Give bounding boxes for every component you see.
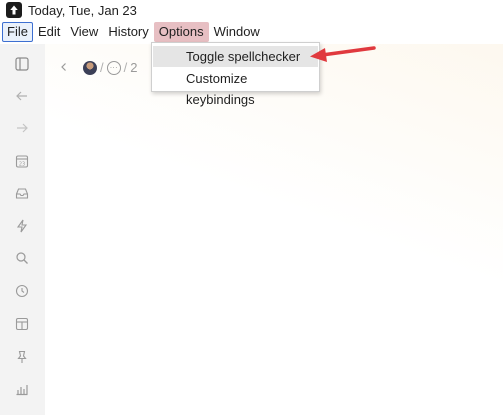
breadcrumb: / ··· / 2 [59,60,137,75]
menu-file[interactable]: File [2,22,33,42]
chart-icon[interactable] [15,382,29,396]
chevron-left-icon[interactable] [59,60,69,75]
forward-arrow-icon[interactable] [15,121,29,135]
search-icon[interactable] [15,251,29,265]
more-label: ··· [109,62,118,72]
arrow-up-logo-icon [6,2,22,18]
menu-item-toggle-spellchecker[interactable]: Toggle spellchecker [153,46,318,67]
lightning-icon[interactable] [15,219,29,233]
menu-options[interactable]: Options [153,22,209,42]
svg-text:23: 23 [19,162,25,168]
annotation-arrow-icon [310,46,376,62]
window-title: Today, Tue, Jan 23 [28,2,137,18]
breadcrumb-tail: 2 [130,60,138,75]
panel-toggle-icon[interactable] [15,57,29,71]
layout-icon[interactable] [15,317,29,331]
menu-window[interactable]: Window [209,22,265,42]
breadcrumb-separator: / [123,60,128,75]
menu-view[interactable]: View [65,22,103,42]
pin-icon[interactable] [15,350,29,364]
main-content: / ··· / 2 [45,44,503,415]
back-arrow-icon[interactable] [15,89,29,103]
more-icon[interactable]: ··· [106,60,121,75]
menu-item-customize-keybindings[interactable]: Customize keybindings [153,68,318,107]
menu-edit[interactable]: Edit [33,22,65,42]
calendar-icon[interactable]: 23 [15,154,29,168]
left-sidebar: 23 [0,44,45,415]
avatar[interactable] [83,60,97,75]
title-bar: Today, Tue, Jan 23 [0,0,503,20]
clock-icon[interactable] [15,284,29,298]
breadcrumb-separator: / [100,60,104,75]
menu-history[interactable]: History [103,22,153,42]
options-dropdown-menu: Toggle spellchecker Customize keybinding… [151,42,320,107]
menu-bar: File Edit View History Options Window [0,22,503,42]
inbox-icon[interactable] [15,186,29,200]
